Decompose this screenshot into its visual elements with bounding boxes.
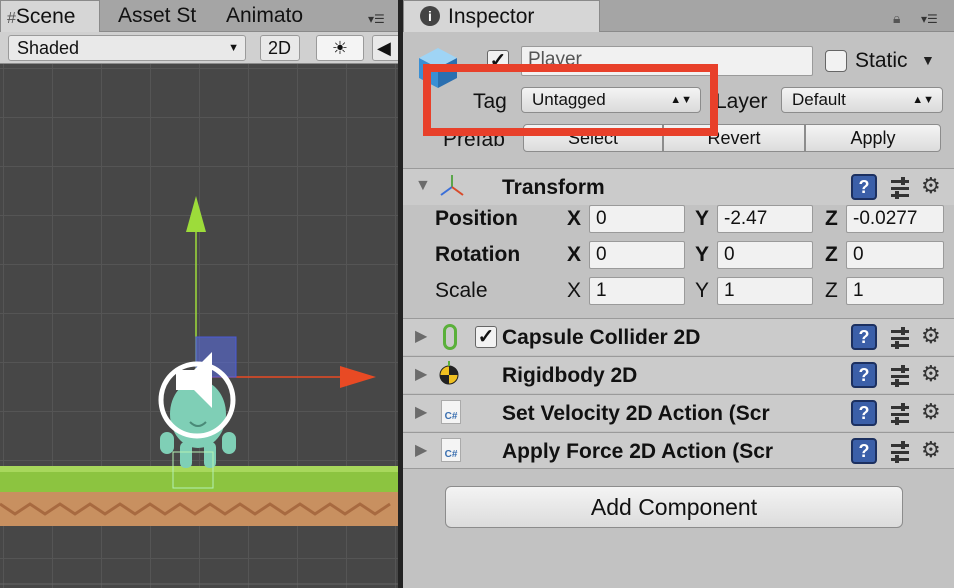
position-x-label: X bbox=[567, 207, 582, 230]
rigidbody-header[interactable]: ▶ Rigidbody 2D ? ⚙ bbox=[403, 356, 954, 393]
prefab-apply-button[interactable]: Apply bbox=[805, 124, 941, 152]
transform-icon bbox=[439, 173, 465, 199]
help-icon[interactable]: ? bbox=[851, 400, 877, 426]
help-icon[interactable]: ? bbox=[851, 174, 877, 200]
tab-menu-icon[interactable]: ▾☰ bbox=[921, 12, 938, 26]
tab-scene[interactable]: #Scene bbox=[0, 0, 100, 32]
tab-menu-icon[interactable]: ▾☰ bbox=[368, 12, 385, 26]
set-velocity-header[interactable]: ▶ C# Set Velocity 2D Action (Scr ? ⚙ bbox=[403, 394, 954, 431]
position-label: Position bbox=[435, 207, 518, 230]
x-axis-handle[interactable] bbox=[340, 366, 376, 388]
scale-z-field[interactable]: 1 bbox=[846, 277, 944, 305]
tab-inspector[interactable]: i Inspector bbox=[403, 0, 600, 32]
dropdown-arrow-icon: ▲▼ bbox=[912, 94, 934, 106]
foldout-arrow-icon[interactable]: ▶ bbox=[415, 440, 427, 460]
sun-icon: ☀ bbox=[331, 38, 349, 58]
rotation-y-field[interactable]: 0 bbox=[717, 241, 813, 269]
foldout-arrow-icon[interactable]: ▶ bbox=[415, 402, 427, 422]
lighting-toggle[interactable]: ☀ bbox=[316, 35, 364, 61]
capsule-collider-header[interactable]: ▶ ✓ Capsule Collider 2D ? ⚙ bbox=[403, 318, 954, 355]
apply-force-title: Apply Force 2D Action (Scr bbox=[502, 440, 774, 463]
help-icon[interactable]: ? bbox=[851, 362, 877, 388]
speaker-icon: ◀ bbox=[377, 38, 391, 58]
grid-icon: # bbox=[7, 10, 16, 27]
rigidbody-icon bbox=[437, 361, 461, 385]
rigidbody-title: Rigidbody 2D bbox=[502, 364, 638, 387]
move-gizmo[interactable] bbox=[186, 196, 376, 388]
inspector-panel: i Inspector 🔒︎ ▾☰ ✓ Player Static ▼ Tag … bbox=[403, 0, 954, 588]
presets-icon[interactable] bbox=[889, 403, 913, 425]
inspector-tab-bar: i Inspector 🔒︎ ▾☰ bbox=[403, 0, 954, 32]
rotation-y-label: Y bbox=[695, 243, 710, 266]
scale-label: Scale bbox=[435, 279, 488, 302]
csharp-script-icon: C# bbox=[441, 400, 461, 424]
rotation-x-label: X bbox=[567, 243, 582, 266]
position-y-label: Y bbox=[695, 207, 710, 230]
info-icon: i bbox=[420, 6, 440, 26]
dropdown-arrow-icon: ▼ bbox=[228, 42, 239, 54]
presets-icon[interactable] bbox=[889, 441, 913, 463]
scale-x-field[interactable]: 1 bbox=[589, 277, 685, 305]
rotation-z-label: Z bbox=[825, 243, 838, 266]
shading-mode-dropdown[interactable]: Shaded ▼ bbox=[8, 35, 246, 61]
static-checkbox[interactable] bbox=[825, 50, 847, 72]
scene-viewport[interactable] bbox=[0, 64, 398, 588]
foldout-arrow-icon[interactable]: ▶ bbox=[415, 364, 427, 384]
layer-label: Layer bbox=[715, 90, 768, 113]
rotation-x-field[interactable]: 0 bbox=[589, 241, 685, 269]
position-x-field[interactable]: 0 bbox=[589, 205, 685, 233]
audio-toggle[interactable]: ◀ bbox=[372, 35, 398, 61]
presets-icon[interactable] bbox=[889, 365, 913, 387]
scene-canvas bbox=[0, 196, 398, 585]
static-dropdown-arrow-icon[interactable]: ▼ bbox=[921, 52, 935, 68]
capsule-collider-enabled-checkbox[interactable]: ✓ bbox=[475, 326, 497, 348]
position-z-field[interactable]: -0.0277 bbox=[846, 205, 944, 233]
ground-tiles bbox=[0, 466, 398, 526]
y-axis-handle[interactable] bbox=[186, 196, 206, 232]
gear-icon[interactable]: ⚙ bbox=[921, 437, 941, 463]
help-icon[interactable]: ? bbox=[851, 324, 877, 350]
gear-icon[interactable]: ⚙ bbox=[921, 361, 941, 387]
csharp-script-icon: C# bbox=[441, 438, 461, 462]
add-component-button[interactable]: Add Component bbox=[445, 486, 903, 528]
rotation-z-field[interactable]: 0 bbox=[846, 241, 944, 269]
gear-icon[interactable]: ⚙ bbox=[921, 173, 941, 199]
scale-z-label: Z bbox=[825, 279, 838, 302]
scale-y-field[interactable]: 1 bbox=[717, 277, 813, 305]
transform-title: Transform bbox=[502, 176, 605, 199]
rotation-label: Rotation bbox=[435, 243, 521, 266]
gear-icon[interactable]: ⚙ bbox=[921, 399, 941, 425]
scale-y-label: Y bbox=[695, 279, 710, 302]
set-velocity-title: Set Velocity 2D Action (Scr bbox=[502, 402, 770, 425]
scale-x-label: X bbox=[567, 279, 582, 302]
help-icon[interactable]: ? bbox=[851, 438, 877, 464]
apply-force-header[interactable]: ▶ C# Apply Force 2D Action (Scr ? ⚙ bbox=[403, 432, 954, 469]
capsule-collider-icon bbox=[443, 324, 457, 350]
layer-dropdown[interactable]: Default ▲▼ bbox=[781, 87, 943, 113]
foldout-arrow-icon[interactable]: ▶ bbox=[415, 326, 427, 346]
tab-animator[interactable]: Animato bbox=[220, 0, 312, 32]
scene-tab-bar: #Scene Asset St Animato ▾☰ bbox=[0, 0, 398, 32]
scene-panel: #Scene Asset St Animato ▾☰ Shaded ▼ 2D ☀… bbox=[0, 0, 398, 588]
mode-2d-toggle[interactable]: 2D bbox=[260, 35, 300, 61]
capsule-collider-title: Capsule Collider 2D bbox=[502, 326, 701, 349]
gear-icon[interactable]: ⚙ bbox=[921, 323, 941, 349]
highlight-box bbox=[423, 64, 718, 136]
foldout-arrow-icon[interactable]: ▼ bbox=[415, 177, 431, 195]
transform-header[interactable]: ▼ Transform ? ⚙ bbox=[403, 168, 954, 205]
presets-icon[interactable] bbox=[889, 177, 913, 199]
position-y-field[interactable]: -2.47 bbox=[717, 205, 813, 233]
position-z-label: Z bbox=[825, 207, 838, 230]
static-label: Static bbox=[855, 49, 908, 72]
tab-asset-store[interactable]: Asset St bbox=[112, 0, 200, 32]
scene-toolbar: Shaded ▼ 2D ☀ ◀ bbox=[0, 32, 398, 64]
presets-icon[interactable] bbox=[889, 327, 913, 349]
lock-icon[interactable]: 🔒︎ bbox=[893, 10, 900, 27]
